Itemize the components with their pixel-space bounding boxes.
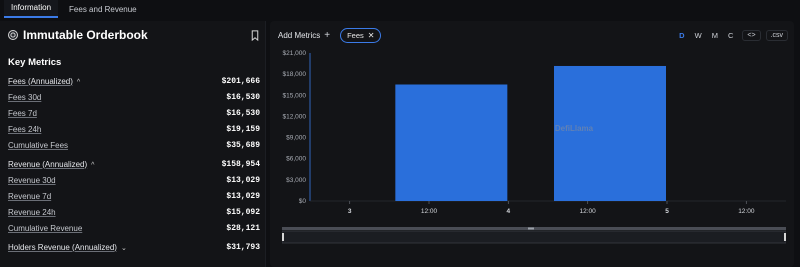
metric-chip-fees[interactable]: Fees ✕ (340, 27, 382, 43)
metric-row-fees-annualized[interactable]: Fees (Annualized) ^ $201,666 (8, 73, 260, 89)
metric-label[interactable]: Fees (Annualized) (8, 77, 73, 86)
metric-row-fees-30d: Fees 30d $16,530 (8, 89, 260, 105)
y-tick-label: $3,000 (286, 177, 306, 184)
watermark: DefiLlama (555, 124, 594, 133)
chevron-up-icon[interactable]: ^ (91, 162, 94, 169)
csv-download-button[interactable]: .csv (765, 29, 788, 41)
metric-label[interactable]: Fees 7d (8, 109, 37, 118)
y-tick-label: $18,000 (283, 71, 307, 78)
metric-value: $28,121 (226, 223, 260, 233)
x-tick-label: 5 (665, 208, 669, 215)
metric-row-fees-7d: Fees 7d $16,530 (8, 105, 260, 121)
y-tick-label: $12,000 (283, 113, 307, 120)
plus-icon: + (324, 29, 331, 41)
chart-panel: Add Metrics + Fees ✕ D W M C <> .csv $0 $… (270, 21, 794, 267)
y-tick-label: $9,000 (286, 135, 306, 142)
metric-value: $13,029 (226, 175, 260, 185)
key-metrics-list: Fees (Annualized) ^ $201,666 Fees 30d $16… (8, 73, 260, 255)
add-metrics-label: Add Metrics (278, 30, 321, 40)
tab-fees-and-revenue[interactable]: Fees and Revenue (62, 2, 144, 18)
key-metrics-title: Key Metrics (8, 57, 62, 68)
metric-label[interactable]: Revenue 7d (8, 192, 51, 201)
metric-value: $16,530 (226, 108, 260, 118)
metric-row-revenue-30d: Revenue 30d $13,029 (8, 172, 260, 188)
metric-value: $19,159 (226, 124, 260, 134)
metric-value: $13,029 (226, 191, 260, 201)
bar-day-4 (395, 84, 508, 201)
metric-label[interactable]: Holders Revenue (Annualized) (8, 243, 117, 252)
chip-label: Fees (347, 30, 364, 40)
chevron-down-icon[interactable]: ⌄ (121, 244, 127, 252)
chart-toolbar: Add Metrics + Fees ✕ D W M C <> .csv (278, 27, 788, 43)
metric-label[interactable]: Cumulative Fees (8, 141, 68, 150)
protocol-logo-icon (8, 30, 18, 40)
metric-label[interactable]: Revenue (Annualized) (8, 160, 87, 169)
metric-value: $158,954 (221, 159, 260, 169)
y-tick-label: $6,000 (286, 156, 306, 163)
granularity-weekly-button[interactable]: W (691, 30, 706, 41)
y-tick-label: $0 (299, 198, 307, 205)
protocol-header: Immutable Orderbook (8, 27, 260, 43)
chevron-up-icon[interactable]: ^ (77, 79, 80, 86)
range-handle-left[interactable] (282, 233, 284, 241)
add-metrics-button[interactable]: Add Metrics + (278, 30, 330, 41)
protocol-title: Immutable Orderbook (23, 28, 148, 42)
info-panel: Immutable Orderbook Key Metrics Fees (An… (0, 21, 266, 267)
metric-label[interactable]: Revenue 30d (8, 176, 56, 185)
metric-label[interactable]: Fees 30d (8, 93, 41, 102)
metric-row-revenue-24h: Revenue 24h $15,092 (8, 204, 260, 220)
metric-label[interactable]: Cumulative Revenue (8, 224, 82, 233)
close-icon[interactable]: ✕ (368, 31, 375, 40)
x-tick-label: 12:00 (421, 208, 438, 215)
granularity-daily-button[interactable]: D (675, 30, 688, 41)
metric-value: $35,689 (226, 140, 260, 150)
metric-value: $16,530 (226, 92, 260, 102)
y-tick-label: $21,000 (283, 50, 307, 57)
metric-label[interactable]: Revenue 24h (8, 208, 56, 217)
x-tick-label: 4 (507, 208, 511, 215)
metric-row-cumulative-fees: Cumulative Fees $35,689 (8, 137, 260, 153)
range-slider[interactable] (282, 225, 786, 245)
x-tick-label: 12:00 (738, 208, 755, 215)
granularity-monthly-button[interactable]: M (708, 30, 722, 41)
metric-value: $15,092 (226, 207, 260, 217)
metric-row-holders-revenue-annualized[interactable]: Holders Revenue (Annualized) ⌄ $31,793 (8, 239, 260, 255)
bookmark-icon[interactable] (250, 29, 260, 41)
x-tick-label: 12:00 (580, 208, 597, 215)
metric-row-revenue-7d: Revenue 7d $13,029 (8, 188, 260, 204)
granularity-cumulative-button[interactable]: C (724, 30, 737, 41)
range-handle-right[interactable] (784, 233, 786, 241)
x-tick-label: 3 (348, 208, 352, 215)
metric-label[interactable]: Fees 24h (8, 125, 41, 134)
tab-information[interactable]: Information (4, 0, 59, 18)
granularity-selector: D W M C <> .csv (675, 29, 788, 41)
fees-bar-chart: $0 $3,000 $6,000 $9,000 $12,000 $15,000 $18,00… (270, 47, 794, 237)
metric-row-fees-24h: Fees 24h $19,159 (8, 121, 260, 137)
metric-row-revenue-annualized[interactable]: Revenue (Annualized) ^ $158,954 (8, 156, 260, 172)
metric-value: $201,666 (221, 76, 260, 86)
bar-day-5 (554, 65, 666, 201)
embed-code-icon[interactable]: <> (742, 29, 761, 41)
metric-row-cumulative-revenue: Cumulative Revenue $28,121 (8, 220, 260, 236)
metric-value: $31,793 (226, 242, 260, 252)
chart-svg: $0 $3,000 $6,000 $9,000 $12,000 $15,000 $18,00… (283, 50, 786, 215)
top-tabs: Information Fees and Revenue (0, 0, 800, 18)
y-tick-label: $15,000 (283, 92, 307, 99)
